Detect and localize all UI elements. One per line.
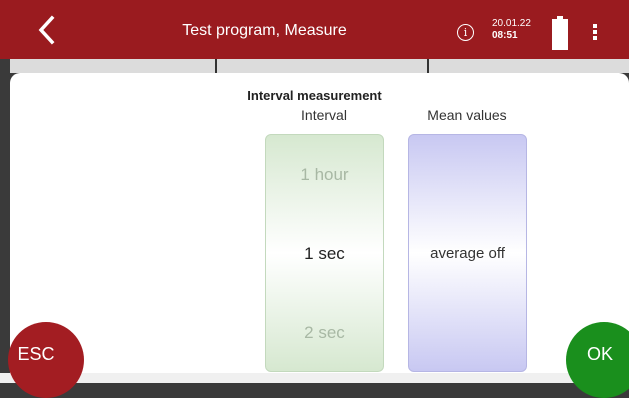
page-title: Test program, Measure <box>182 22 347 39</box>
date-text: 20.01.22 <box>492 18 531 29</box>
ok-button-label: OK <box>586 344 613 364</box>
mean-values-picker-wheel[interactable]: average off <box>408 134 527 372</box>
time-text: 08:51 <box>492 30 518 41</box>
mean-option-selected[interactable]: average off <box>409 245 526 262</box>
datetime-display: 20.01.22 08:51 <box>492 18 531 42</box>
background-column <box>429 59 629 73</box>
interval-picker-wheel[interactable]: 1 hour 1 sec 2 sec <box>265 134 384 372</box>
bottom-strip <box>0 373 629 383</box>
app-header: Test program, Measure i 20.01.22 08:51 <box>0 0 629 59</box>
esc-button[interactable]: ESC <box>8 322 84 398</box>
background-column <box>10 59 217 73</box>
interval-option-next[interactable]: 2 sec <box>266 323 383 343</box>
interval-option-previous[interactable]: 1 hour <box>266 165 383 185</box>
background-column <box>217 59 429 73</box>
mean-values-column-label: Mean values <box>427 107 507 123</box>
interval-option-selected[interactable]: 1 sec <box>266 244 383 264</box>
battery-full-icon <box>552 16 568 50</box>
interval-measurement-dialog: Interval measurement Interval Mean value… <box>10 73 629 373</box>
dialog-title: Interval measurement <box>247 88 382 103</box>
info-icon[interactable]: i <box>457 24 474 41</box>
interval-column-label: Interval <box>301 107 347 123</box>
esc-button-label: ESC <box>17 344 55 364</box>
kebab-menu-icon[interactable] <box>593 24 597 40</box>
background-table-header <box>10 59 629 73</box>
ok-button[interactable]: OK <box>566 322 629 398</box>
